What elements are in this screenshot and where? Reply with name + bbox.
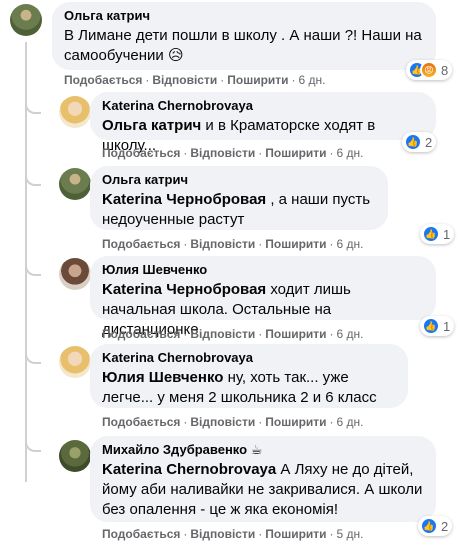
reply-button[interactable]: Відповісти [190,415,255,429]
like-button[interactable]: Подобається [102,415,180,429]
reply-button[interactable]: Відповісти [190,237,255,251]
mention-link[interactable]: Katerina Чернобровая [102,281,266,298]
avatar[interactable] [10,4,42,36]
reply-button[interactable]: Відповісти [152,73,217,87]
reactions-summary[interactable]: 👍 2 [418,516,453,536]
comment-actions: Подобається · Відповісти · Поширити · 6 дн. [102,327,364,341]
angry-reaction-icon: 😡 [420,61,438,79]
reply-button[interactable]: Відповісти [190,146,255,160]
reactions-summary[interactable]: 👍 2 [402,132,437,152]
share-button[interactable]: Поширити [265,327,326,341]
comment-author[interactable]: Юлия Шевченко [102,262,424,278]
comment-bubble: Ольга катрич В Лимане дети пошли в школу… [52,2,436,70]
share-button[interactable]: Поширити [265,415,326,429]
comment: Ольга катрич В Лимане дети пошли в школу… [0,0,474,90]
comment-reply: Михайло Здубравенко ☕ Katerina Chernobro… [0,432,474,544]
like-reaction-icon: 👍 [420,517,438,535]
mention-link[interactable]: Ольга катрич [102,117,201,134]
reactions-summary[interactable]: 👍 😡 8 [406,60,453,80]
like-reaction-icon: 👍 [422,317,440,335]
share-button[interactable]: Поширити [227,73,288,87]
comment-author[interactable]: Ольга катрич [64,8,424,24]
comment-actions: Подобається · Відповісти · Поширити · 6 дн. [102,237,364,251]
comment-actions: Подобається · Відповісти · Поширити · 6 дн. [102,415,364,429]
reply-button[interactable]: Відповісти [190,527,255,541]
comment-bubble: Юлия Шевченко Katerina Чернобровая ходит… [90,256,436,338]
avatar[interactable] [59,440,91,472]
reactions-summary[interactable]: 👍 1 [420,224,455,244]
comment-bubble: Михайло Здубравенко ☕ Katerina Chernobro… [90,436,436,522]
comment-author[interactable]: Михайло Здубравенко ☕ [102,442,424,458]
like-button[interactable]: Подобається [64,73,142,87]
comment-time[interactable]: 6 дн. [337,146,364,160]
comment-text: Katerina Чернобровая , а наши пусть недо… [102,190,376,230]
comment-time[interactable]: 6 дн. [337,327,364,341]
avatar[interactable] [59,168,91,200]
mention-link[interactable]: Юлия Шевченко [102,369,223,386]
comment-time[interactable]: 6 дн. [337,237,364,251]
reaction-count: 2 [441,518,449,534]
like-button[interactable]: Подобається [102,146,180,160]
comment-reply: Ольга катрич Katerina Чернобровая , а на… [0,164,474,254]
share-button[interactable]: Поширити [265,527,326,541]
author-name[interactable]: Михайло Здубравенко [102,442,247,457]
comment-reply: Katerina Chernobrovaya Юлия Шевченко ну,… [0,342,474,432]
share-button[interactable]: Поширити [265,237,326,251]
comment-author[interactable]: Katerina Chernobrovaya [102,98,424,114]
reaction-count: 8 [441,62,449,78]
reply-button[interactable]: Відповісти [190,327,255,341]
mention-link[interactable]: Katerina Chernobrovaya [102,461,276,478]
comment-author[interactable]: Katerina Chernobrovaya [102,350,396,366]
comment-author[interactable]: Ольга катрич [102,172,376,188]
comment-reply: Katerina Chernobrovaya Ольга катрич и в … [0,92,474,164]
comment-actions: Подобається · Відповісти · Поширити · 6 дн. [64,73,326,87]
avatar[interactable] [59,258,91,290]
comment-bubble: Katerina Chernobrovaya Юлия Шевченко ну,… [90,344,408,408]
comment-bubble: Ольга катрич Katerina Чернобровая , а на… [90,166,388,230]
reaction-count: 2 [425,134,433,150]
comment-time[interactable]: 6 дн. [299,73,326,87]
like-button[interactable]: Подобається [102,527,180,541]
comment-text: Katerina Chernobrovaya А Ляху не до діте… [102,460,424,520]
share-button[interactable]: Поширити [265,146,326,160]
mention-link[interactable]: Katerina Чернобровая [102,191,266,208]
like-reaction-icon: 👍 [404,133,422,151]
avatar[interactable] [59,96,91,128]
comment-reply: Юлия Шевченко Katerina Чернобровая ходит… [0,254,474,344]
like-button[interactable]: Подобається [102,327,180,341]
comment-actions: Подобається · Відповісти · Поширити · 6 дн. [102,146,364,160]
comment-time[interactable]: 6 дн. [337,415,364,429]
like-button[interactable]: Подобається [102,237,180,251]
avatar[interactable] [59,346,91,378]
reaction-count: 1 [443,318,451,334]
comment-text: Юлия Шевченко ну, хоть так... уже легче.… [102,368,396,408]
like-reaction-icon: 👍 [422,225,440,243]
coffee-icon: ☕ [250,442,263,457]
comment-bubble: Katerina Chernobrovaya Ольга катрич и в … [90,92,436,154]
comment-actions: Подобається · Відповісти · Поширити · 5 дн. [102,527,364,541]
comment-text: В Лимане дети пошли в школу . А наши ?! … [64,27,422,64]
comment-time[interactable]: 5 дн. [337,527,364,541]
reaction-count: 1 [443,226,451,242]
reactions-summary[interactable]: 👍 1 [420,316,455,336]
